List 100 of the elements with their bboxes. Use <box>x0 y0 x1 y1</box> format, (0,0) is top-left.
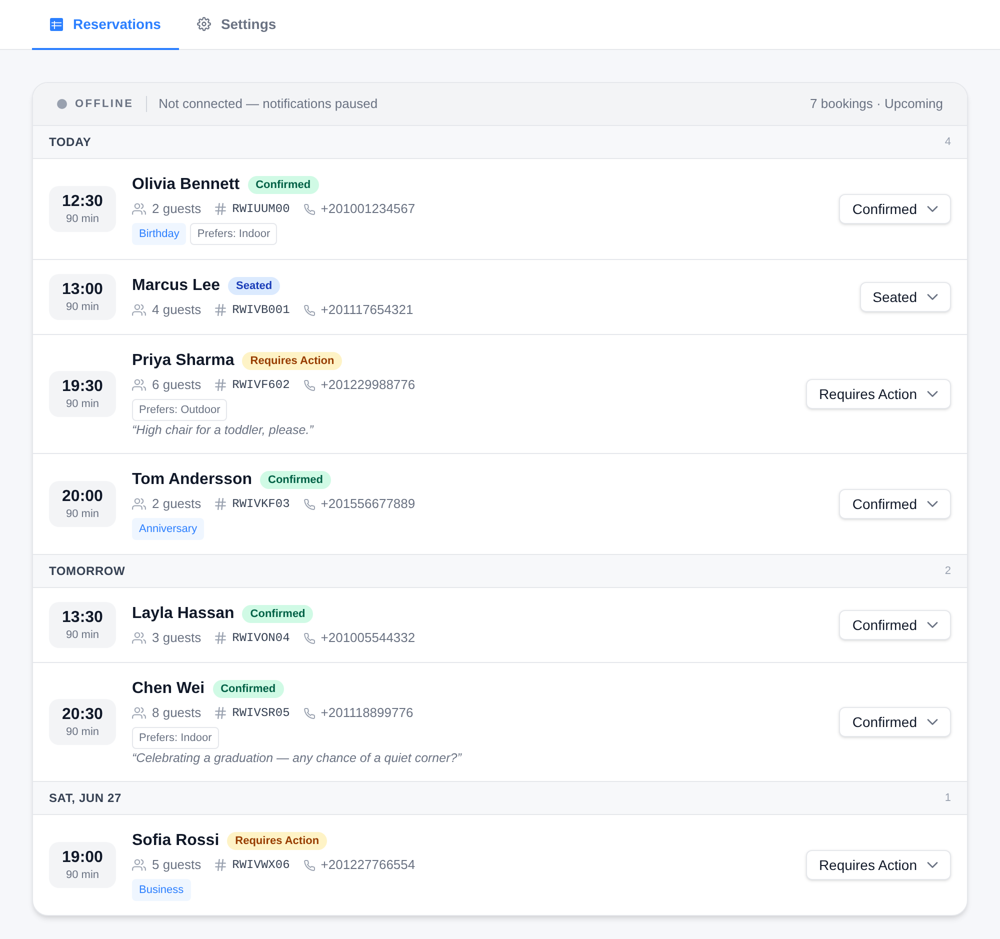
booking-time: 20:00 <box>62 487 103 507</box>
occasion-tag: Business <box>132 879 191 901</box>
people-icon <box>132 203 146 215</box>
people-icon <box>132 859 146 871</box>
guest-count: 2 guests <box>152 200 202 218</box>
booking-duration: 90 min <box>66 628 100 642</box>
bookings-summary: 7 bookings · Upcoming <box>810 95 943 113</box>
booking-duration: 90 min <box>66 868 100 882</box>
booking-duration: 90 min <box>66 300 100 314</box>
people-icon <box>132 379 146 391</box>
phone-icon <box>304 860 315 870</box>
phone-icon <box>304 380 315 390</box>
booking-count: 4 <box>944 135 951 150</box>
chevron-down-icon <box>927 206 938 212</box>
day-label: TOMORROW <box>49 563 126 579</box>
status-select[interactable]: Confirmed <box>839 610 951 640</box>
hash-icon <box>215 498 226 510</box>
status-select[interactable]: Seated <box>860 282 951 312</box>
status-badge: Confirmed <box>212 680 284 698</box>
day-label: SAT, JUN 27 <box>49 790 122 806</box>
booking-time: 12:30 <box>62 192 103 212</box>
phone-icon <box>304 708 315 718</box>
chevron-down-icon <box>927 862 938 868</box>
booking-duration: 90 min <box>66 725 100 739</box>
occasion-tag: Anniversary <box>132 518 204 540</box>
guest-name: Priya Sharma <box>132 351 234 371</box>
status-badge: Confirmed <box>248 176 319 194</box>
status-select[interactable]: Confirmed <box>839 194 951 224</box>
booking-time: 13:30 <box>62 608 103 628</box>
day-label: TODAY <box>49 134 92 150</box>
guest-count: 8 guests <box>152 704 202 722</box>
status-select[interactable]: Confirmed <box>839 489 951 519</box>
chevron-down-icon <box>927 391 938 397</box>
booking-code: RWIVF602 <box>232 377 290 394</box>
chevron-down-icon <box>927 719 938 725</box>
guest-count: 2 guests <box>152 495 202 513</box>
booking-count: 1 <box>944 791 951 806</box>
booking-duration: 90 min <box>66 397 100 411</box>
nav-tab[interactable]: Settings <box>178 0 294 50</box>
status-badge: Requires Action <box>242 352 342 370</box>
status-select[interactable]: Requires Action <box>806 850 951 880</box>
booking-code: RWIVWX06 <box>232 857 290 874</box>
phone-icon <box>304 632 315 644</box>
people-icon <box>132 707 146 719</box>
preference-tag: Prefers: Indoor <box>132 727 219 749</box>
phone-icon <box>304 498 315 510</box>
status-badge: Seated <box>228 277 280 295</box>
booking-duration: 90 min <box>66 212 100 226</box>
hash-icon <box>215 707 226 719</box>
booking-time: 13:00 <box>62 280 103 300</box>
phone-number: +201229988776 <box>320 376 416 394</box>
nav-tab[interactable]: Reservations <box>32 0 179 50</box>
hash-icon <box>215 203 226 215</box>
booking-time: 19:00 <box>62 848 103 868</box>
guest-note: “Celebrating a graduation — any chance of a quiet corner?” <box>132 750 462 767</box>
status-badge: Confirmed <box>260 471 332 489</box>
people-icon <box>132 304 146 316</box>
status-select[interactable]: Requires Action <box>806 379 951 409</box>
guest-name: Tom Andersson <box>132 470 252 490</box>
status-badge: Confirmed <box>242 605 314 623</box>
gear-icon <box>196 17 211 31</box>
booking-code: RWIUUM00 <box>232 201 290 218</box>
preference-tag: Prefers: Indoor <box>190 223 278 245</box>
booking-time: 19:30 <box>62 377 103 397</box>
booking-code: RWIVON04 <box>232 630 290 647</box>
booking-duration: 90 min <box>66 507 100 521</box>
status-select[interactable]: Confirmed <box>839 707 951 737</box>
guest-name: Marcus Lee <box>132 276 220 296</box>
preference-tag: Prefers: Outdoor <box>132 399 228 421</box>
booking-code: RWIVSR05 <box>232 705 290 722</box>
chevron-down-icon <box>927 501 938 507</box>
booking-code: RWIVB001 <box>232 302 290 319</box>
guest-name: Chen Wei <box>132 679 205 699</box>
chevron-down-icon <box>927 622 938 628</box>
guest-count: 4 guests <box>152 301 202 319</box>
hash-icon <box>215 379 226 391</box>
phone-number: +201001234567 <box>320 200 416 218</box>
people-icon <box>132 498 146 510</box>
booking-count: 2 <box>944 564 951 579</box>
guest-count: 3 guests <box>152 629 202 647</box>
phone-number: +201117654321 <box>320 301 414 319</box>
booking-code: RWIVKF03 <box>232 496 290 513</box>
phone-icon <box>304 204 315 214</box>
booking-time: 20:30 <box>62 705 103 725</box>
guest-count: 6 guests <box>152 376 202 394</box>
guest-count: 5 guests <box>152 856 202 874</box>
guest-name: Sofia Rossi <box>132 831 220 851</box>
hash-icon <box>215 859 226 871</box>
connection-message: Not connected — notifications paused <box>158 95 378 113</box>
connection-status-label: OFFLINE <box>75 97 134 112</box>
phone-number: +201556677889 <box>320 495 416 513</box>
list-icon <box>50 18 63 30</box>
phone-number: +201227766554 <box>320 856 416 874</box>
chevron-down-icon <box>927 294 938 300</box>
guest-name: Olivia Bennett <box>132 175 240 195</box>
guest-name: Layla Hassan <box>132 604 234 624</box>
guest-note: “High chair for a toddler, please.” <box>132 422 314 439</box>
hash-icon <box>215 304 226 316</box>
phone-number: +201118899776 <box>320 704 414 722</box>
people-icon <box>132 632 146 644</box>
